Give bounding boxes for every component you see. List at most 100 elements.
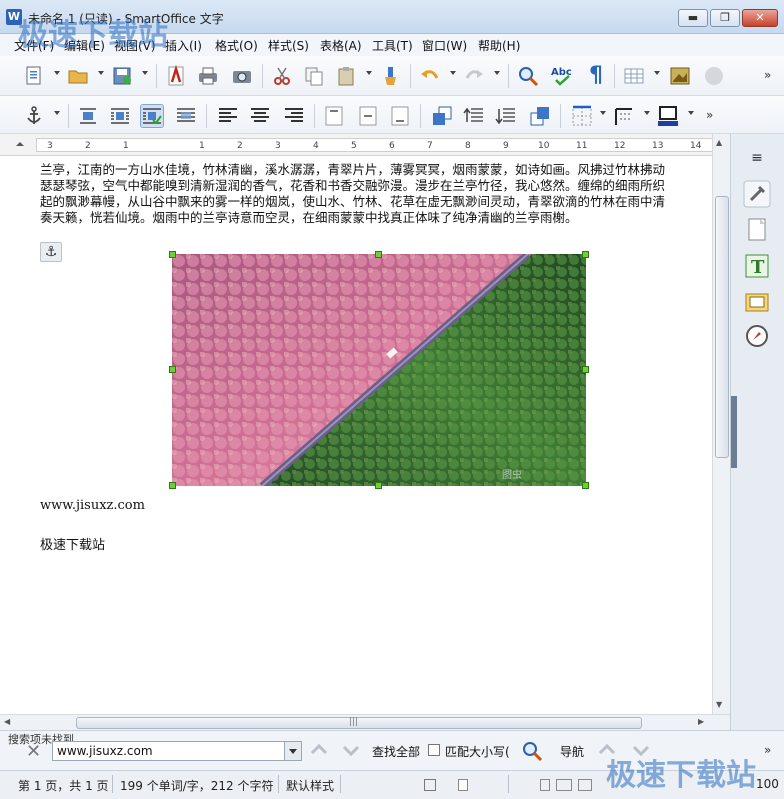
line-color-icon[interactable] bbox=[656, 104, 680, 128]
cut-icon[interactable] bbox=[270, 64, 294, 88]
text-line-site[interactable]: 极速下载站 bbox=[40, 534, 105, 553]
redo-icon[interactable] bbox=[462, 64, 486, 88]
close-find-icon[interactable]: ✕ bbox=[26, 741, 41, 762]
resize-handle[interactable] bbox=[169, 251, 176, 258]
resize-handle[interactable] bbox=[582, 482, 589, 489]
page-icon[interactable] bbox=[743, 216, 771, 244]
find-replace-icon[interactable] bbox=[516, 64, 540, 88]
resize-handle[interactable] bbox=[582, 366, 589, 373]
properties-icon[interactable] bbox=[743, 180, 771, 208]
borders-icon[interactable] bbox=[570, 104, 594, 128]
vertical-scrollbar[interactable]: ▲ ▼ bbox=[712, 134, 730, 714]
menu-styles[interactable]: 样式(S) bbox=[268, 37, 309, 54]
findbar-more-icon[interactable]: » bbox=[764, 743, 771, 757]
ruler-label: 5 bbox=[351, 141, 357, 151]
wrap-off-icon[interactable] bbox=[76, 104, 100, 128]
find-history-dropdown[interactable] bbox=[284, 742, 301, 760]
find-previous-icon[interactable] bbox=[308, 739, 330, 761]
anchor-icon[interactable] bbox=[22, 104, 46, 128]
paste-icon[interactable] bbox=[334, 64, 358, 88]
new-document-icon[interactable] bbox=[22, 64, 46, 88]
single-page-view-icon[interactable] bbox=[540, 779, 550, 791]
resize-handle[interactable] bbox=[375, 251, 382, 258]
minimize-button[interactable]: ▬ bbox=[678, 9, 708, 27]
align-left-icon[interactable] bbox=[216, 104, 240, 128]
table-icon[interactable] bbox=[622, 64, 646, 88]
page-count-status[interactable]: 第 1 页，共 1 页 bbox=[18, 777, 109, 794]
scroll-right-icon[interactable]: ▶ bbox=[698, 717, 704, 726]
menu-help[interactable]: 帮助(H) bbox=[478, 37, 520, 54]
book-view-icon[interactable] bbox=[578, 779, 592, 791]
match-case-checkbox[interactable] bbox=[428, 744, 440, 756]
bring-to-front-icon[interactable] bbox=[430, 104, 454, 128]
close-button[interactable]: ✕ bbox=[742, 9, 778, 27]
horizontal-scroll-thumb[interactable]: ||| bbox=[76, 717, 642, 729]
align-center-icon[interactable] bbox=[248, 104, 272, 128]
align-right-icon[interactable] bbox=[282, 104, 306, 128]
sidebar-collapse-handle[interactable] bbox=[731, 396, 737, 468]
navigator-icon[interactable] bbox=[743, 322, 771, 350]
menu-window[interactable]: 窗口(W) bbox=[422, 37, 467, 54]
horizontal-scrollbar[interactable]: ◀ ||| ▶ bbox=[0, 714, 730, 730]
bring-forward-icon[interactable] bbox=[462, 104, 486, 128]
resize-handle[interactable] bbox=[375, 482, 382, 489]
word-count-status[interactable]: 199 个单词/字，212 个字符 bbox=[120, 777, 273, 794]
line-style-icon[interactable] bbox=[612, 104, 636, 128]
toolbar2-more-icon[interactable]: » bbox=[706, 108, 713, 122]
copy-icon[interactable] bbox=[302, 64, 326, 88]
resize-handle[interactable] bbox=[582, 251, 589, 258]
insert-mode-icon[interactable] bbox=[424, 779, 436, 791]
toolbar1-more-icon[interactable]: » bbox=[764, 68, 771, 82]
wrap-through-icon[interactable] bbox=[174, 104, 198, 128]
navigation-button[interactable]: 导航 bbox=[560, 743, 584, 760]
send-to-back-icon[interactable] bbox=[528, 104, 552, 128]
align-bottom-icon[interactable] bbox=[388, 104, 412, 128]
menu-format[interactable]: 格式(O) bbox=[215, 37, 258, 54]
align-middle-icon[interactable] bbox=[356, 104, 380, 128]
chart-icon[interactable] bbox=[702, 64, 726, 88]
find-replace-dialog-icon[interactable] bbox=[520, 739, 544, 763]
maximize-button[interactable]: ❐ bbox=[710, 9, 740, 27]
sidebar-menu-icon[interactable]: ≡ bbox=[743, 144, 771, 172]
send-backward-icon[interactable] bbox=[494, 104, 518, 128]
vertical-scroll-thumb[interactable] bbox=[715, 196, 729, 458]
image-anchor-icon[interactable]: ⚓ bbox=[40, 242, 62, 262]
optimal-wrap-icon[interactable] bbox=[140, 104, 164, 128]
document-page[interactable]: 兰亭，江南的一方山水佳境，竹林清幽，溪水潺潺，青翠片片，薄雾冥冥，烟雨蒙蒙，如诗… bbox=[0, 156, 712, 714]
page-style-status[interactable]: 默认样式 bbox=[286, 777, 334, 794]
body-paragraph[interactable]: 兰亭，江南的一方山水佳境，竹林清幽，溪水潺潺，青翠片片，薄雾冥冥，烟雨蒙蒙，如诗… bbox=[40, 162, 672, 226]
print-preview-icon[interactable] bbox=[230, 64, 254, 88]
print-icon[interactable] bbox=[196, 64, 220, 88]
find-all-button[interactable]: 查找全部 bbox=[372, 743, 420, 760]
image-icon[interactable] bbox=[668, 64, 692, 88]
scroll-left-icon[interactable]: ◀ bbox=[4, 717, 10, 726]
resize-handle[interactable] bbox=[169, 482, 176, 489]
gallery-icon[interactable] bbox=[743, 288, 771, 316]
scroll-down-icon[interactable]: ▼ bbox=[716, 700, 722, 709]
match-case-label[interactable]: 匹配大小写( bbox=[445, 743, 510, 760]
page-wrap-icon[interactable] bbox=[108, 104, 132, 128]
undo-icon[interactable] bbox=[418, 64, 442, 88]
spellcheck-icon[interactable]: Abc bbox=[550, 64, 574, 88]
standard-toolbar: Abc ¶ » bbox=[0, 56, 784, 96]
formatting-marks-icon[interactable]: ¶ bbox=[584, 64, 608, 88]
multi-page-view-icon[interactable] bbox=[556, 779, 572, 791]
ruler-indent-marker bbox=[16, 142, 24, 146]
open-folder-icon[interactable] bbox=[66, 64, 90, 88]
styles-icon[interactable]: T bbox=[743, 252, 771, 280]
export-pdf-icon[interactable] bbox=[164, 64, 188, 88]
scroll-up-icon[interactable]: ▲ bbox=[716, 138, 722, 147]
menu-insert[interactable]: 插入(I) bbox=[165, 37, 202, 54]
find-input[interactable]: www.jisuxz.com bbox=[52, 741, 302, 761]
text-line-url[interactable]: www.jisuxz.com bbox=[40, 498, 145, 513]
zoom-level-status[interactable]: 100 bbox=[756, 777, 779, 791]
align-top-icon[interactable] bbox=[322, 104, 346, 128]
aerial-forest-image[interactable]: 图虫 bbox=[169, 251, 589, 489]
ruler-label: 6 bbox=[389, 141, 395, 151]
menu-table[interactable]: 表格(A) bbox=[320, 37, 362, 54]
menu-tools[interactable]: 工具(T) bbox=[372, 37, 413, 54]
save-icon[interactable] bbox=[110, 64, 134, 88]
find-next-icon[interactable] bbox=[340, 739, 362, 761]
format-paintbrush-icon[interactable] bbox=[378, 64, 402, 88]
resize-handle[interactable] bbox=[169, 366, 176, 373]
